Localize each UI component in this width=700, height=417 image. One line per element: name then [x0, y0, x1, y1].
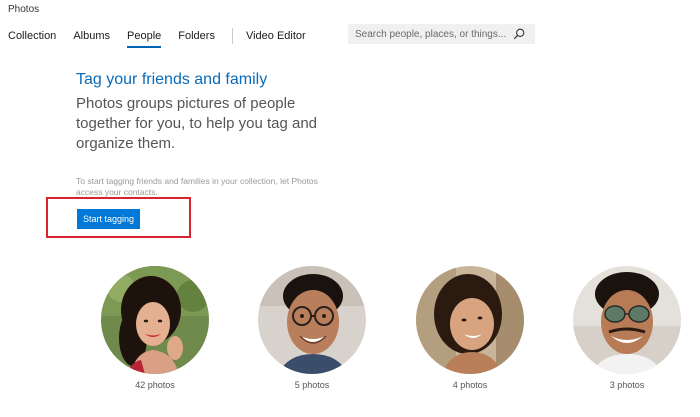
- intro-heading: Tag your friends and family: [76, 71, 268, 88]
- photo-count: 3 photos: [609, 380, 645, 390]
- person-avatar[interactable]: [258, 266, 366, 374]
- photo-count: 4 photos: [452, 380, 488, 390]
- person-avatar[interactable]: [573, 266, 681, 374]
- person-card: 42 photos: [100, 266, 210, 390]
- tab-folders[interactable]: Folders: [178, 29, 215, 43]
- nav-divider: [231, 28, 233, 44]
- search-input[interactable]: [348, 25, 513, 43]
- man-glasses-portrait-icon: [258, 266, 366, 374]
- intro-hint: To start tagging friends and families in…: [76, 176, 318, 197]
- woman-portrait-icon: [416, 266, 524, 374]
- start-tagging-button[interactable]: Start tagging: [77, 209, 140, 229]
- search-box: [348, 24, 535, 44]
- man-sunglasses-portrait-icon: [573, 266, 681, 374]
- top-nav: Collection Albums People Folders Video E…: [8, 27, 323, 48]
- person-avatar[interactable]: [416, 266, 524, 374]
- intro-description: Photos groups pictures of people togethe…: [76, 95, 318, 152]
- person-card: 5 photos: [257, 266, 367, 390]
- search-icon[interactable]: [512, 27, 526, 41]
- tab-video-editor[interactable]: Video Editor: [246, 29, 306, 43]
- tab-collection[interactable]: Collection: [8, 29, 56, 43]
- person-avatar[interactable]: [101, 266, 209, 374]
- person-card: 3 photos: [572, 266, 682, 390]
- woman-portrait-icon: [101, 266, 209, 374]
- photos-app: Photos Collection Albums People Folders …: [0, 0, 700, 417]
- tab-albums[interactable]: Albums: [73, 29, 110, 43]
- app-title: Photos: [8, 4, 40, 15]
- photo-count: 5 photos: [294, 380, 330, 390]
- person-card: 4 photos: [415, 266, 525, 390]
- photo-count: 42 photos: [135, 380, 175, 390]
- tab-people[interactable]: People: [127, 29, 162, 48]
